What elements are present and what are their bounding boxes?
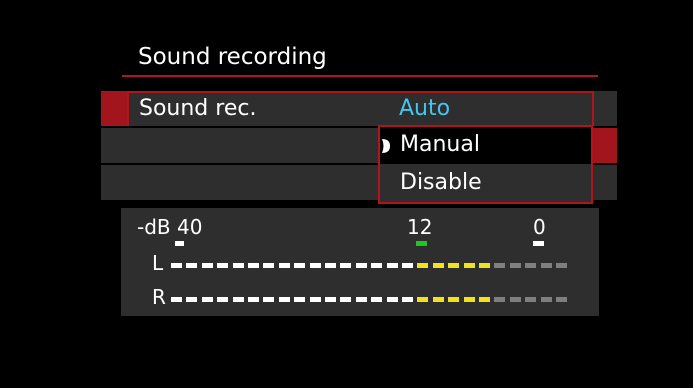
option-label: Disable: [400, 170, 482, 195]
selection-cursor-icon: [382, 139, 390, 153]
level-segment: [540, 297, 552, 302]
level-segment: [494, 297, 506, 302]
level-segment: [479, 263, 490, 268]
level-segment: [386, 263, 398, 268]
level-segment: [355, 263, 367, 268]
db-mark-0: 0: [533, 215, 546, 239]
level-segment: [417, 297, 429, 302]
level-segment: [217, 263, 229, 268]
db-prefix-label: -dB: [137, 215, 171, 239]
level-segment: [201, 297, 213, 302]
sound-rec-label: Sound rec.: [139, 96, 257, 121]
level-segment: [263, 297, 275, 302]
camera-menu-screen: Sound recording Sound rec. Auto Manual D…: [0, 0, 693, 388]
level-segment: [340, 297, 352, 302]
level-segment: [463, 297, 475, 302]
selected-row-marker: [101, 91, 128, 126]
level-segment: [386, 297, 398, 302]
level-segment: [355, 297, 367, 302]
title-divider: [122, 75, 598, 77]
sound-rec-options-dropdown: Manual Disable: [378, 125, 593, 204]
level-segment: [248, 263, 259, 268]
db-mark-12: 12: [407, 215, 433, 239]
level-segment: [294, 297, 306, 302]
channel-l-label: L: [152, 251, 164, 275]
level-segment: [232, 263, 244, 268]
tick-12: [416, 241, 427, 246]
level-segment: [325, 297, 336, 302]
tick-0: [533, 241, 544, 246]
option-disable[interactable]: Disable: [380, 165, 591, 202]
level-segment: [186, 297, 198, 302]
tick-40: [175, 241, 184, 246]
level-segment: [171, 297, 182, 302]
level-segment: [432, 263, 444, 268]
level-segment: [509, 263, 521, 268]
level-segment: [479, 297, 490, 302]
level-segment: [448, 263, 460, 268]
channel-r-label: R: [152, 285, 166, 309]
level-segment: [494, 263, 506, 268]
level-segment: [186, 263, 198, 268]
level-segment: [171, 263, 182, 268]
level-segment: [556, 297, 567, 302]
sound-rec-current-value[interactable]: Auto: [399, 94, 450, 124]
level-segment: [448, 297, 460, 302]
db-mark-40: 40: [177, 215, 203, 239]
level-segment: [402, 297, 413, 302]
level-segment: [278, 297, 290, 302]
level-segment: [540, 263, 552, 268]
option-label: Manual: [400, 132, 480, 157]
level-segment: [417, 263, 429, 268]
option-manual[interactable]: Manual: [380, 127, 591, 164]
level-segment: [325, 263, 336, 268]
level-segment: [248, 297, 259, 302]
level-segment: [402, 263, 413, 268]
level-segment: [217, 297, 229, 302]
level-segment: [509, 297, 521, 302]
level-segment: [556, 263, 567, 268]
level-segment: [309, 297, 321, 302]
level-segment: [525, 263, 537, 268]
level-segment: [463, 263, 475, 268]
level-segment: [201, 263, 213, 268]
scroll-tab: [591, 128, 617, 163]
level-segment: [294, 263, 306, 268]
audio-level-meter: -dB 40 12 0 L R: [121, 208, 599, 316]
level-segment: [371, 263, 383, 268]
level-segment: [340, 263, 352, 268]
page-title: Sound recording: [138, 44, 327, 70]
level-segment: [525, 297, 537, 302]
level-segment: [371, 297, 383, 302]
level-segment: [278, 263, 290, 268]
level-segment: [432, 297, 444, 302]
level-segment: [232, 297, 244, 302]
level-segment: [309, 263, 321, 268]
level-segment: [263, 263, 275, 268]
